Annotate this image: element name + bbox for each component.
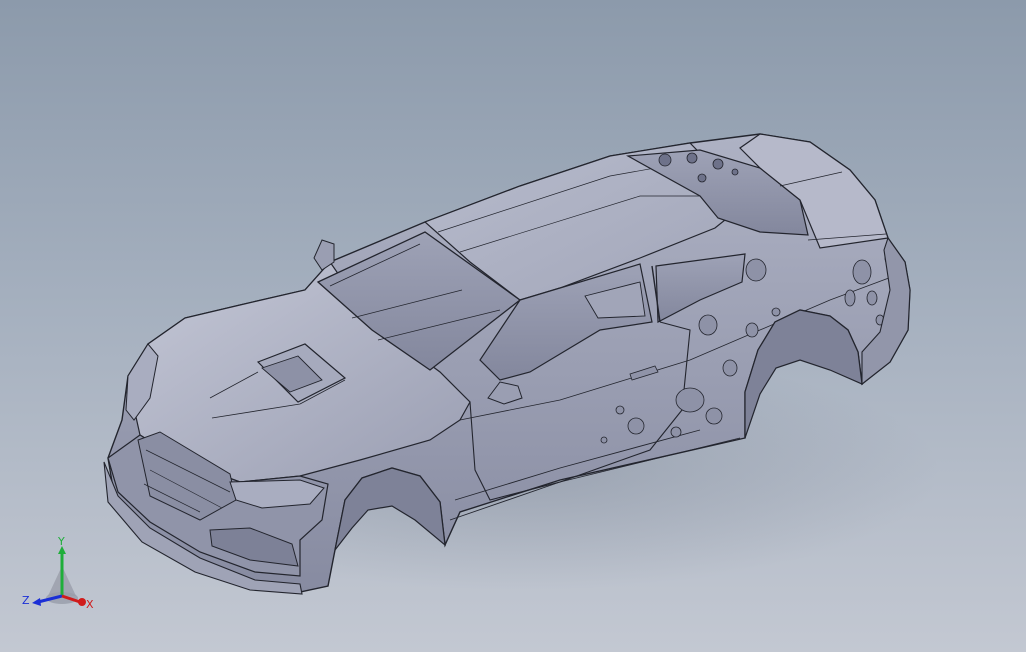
x-axis-label: X xyxy=(86,598,94,611)
graphics-viewport[interactable]: Y Z X xyxy=(0,0,1026,652)
x-axis-arrow-icon xyxy=(78,598,86,606)
y-axis-label: Y xyxy=(57,536,65,548)
car-body-model[interactable] xyxy=(0,0,1026,652)
coordinate-triad: Y Z X xyxy=(22,536,94,611)
z-axis-arrow-icon xyxy=(32,598,41,606)
z-axis-label: Z xyxy=(22,594,30,607)
